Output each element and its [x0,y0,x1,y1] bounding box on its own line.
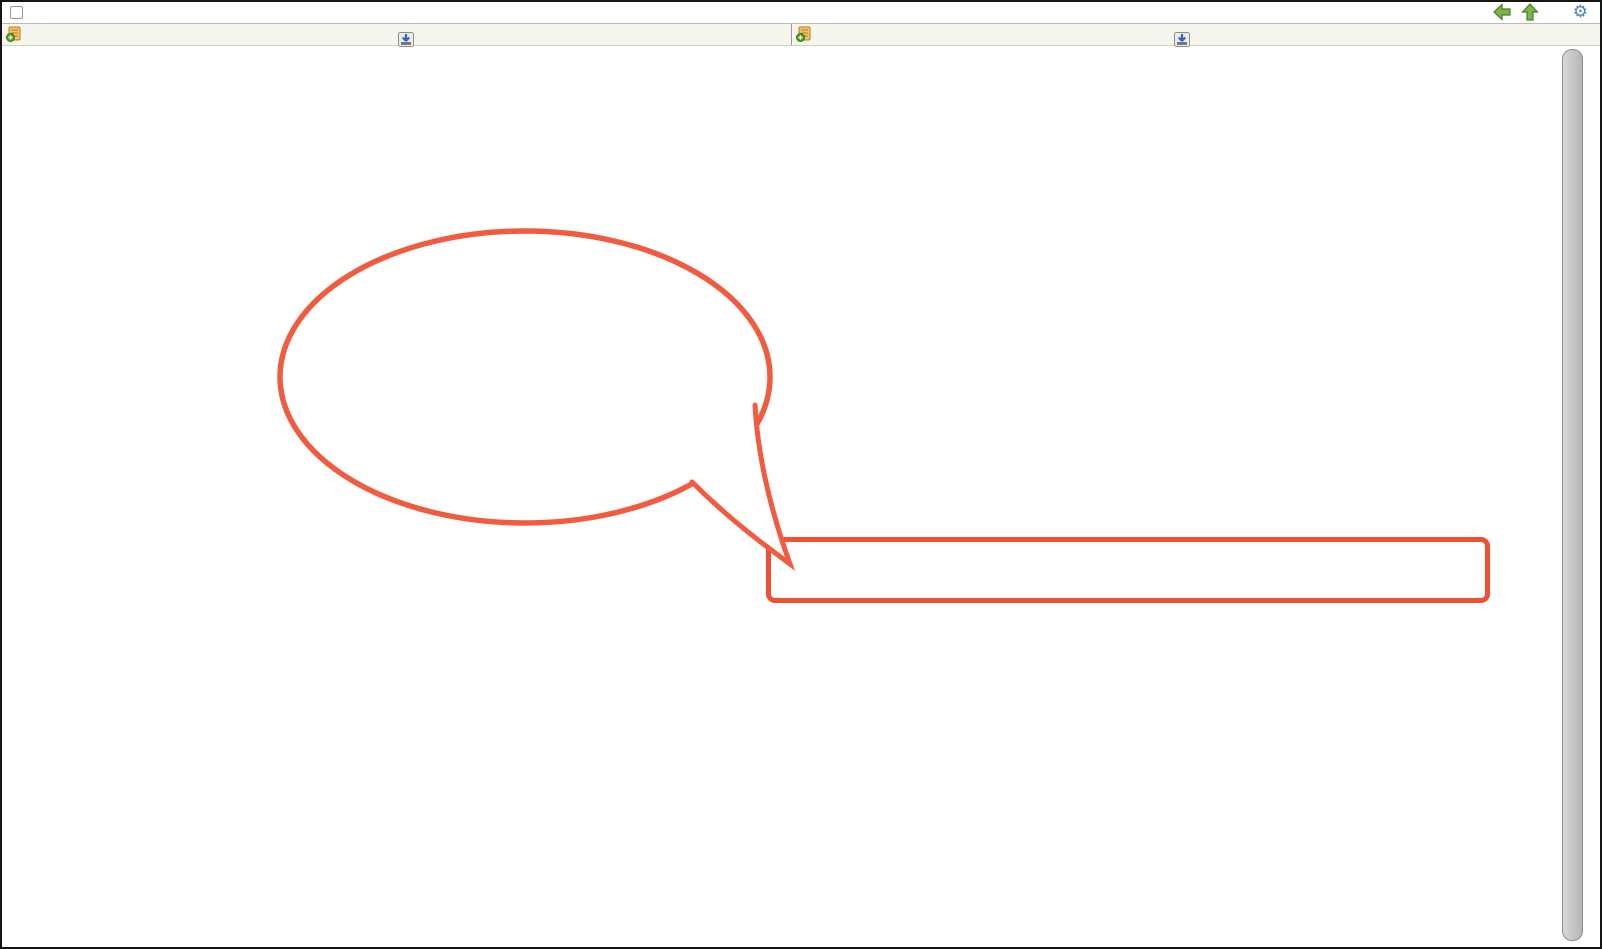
gerrit-side-by-side-diff-window: ⚙ [0,0,1602,949]
file-checkbox[interactable] [10,6,23,19]
download-patch-icon[interactable] [1174,32,1190,47]
up-arrow-icon[interactable] [1521,3,1539,21]
left-pane-header [2,24,791,45]
file-add-icon[interactable] [6,26,22,42]
settings-gear-icon[interactable]: ⚙ [1573,3,1588,21]
titlebar-icons: ⚙ [1483,3,1588,21]
titlebar: ⚙ [2,2,1600,24]
annotation-highlight-box [766,537,1490,603]
download-patch-icon[interactable] [398,32,414,47]
pane-headers [2,24,1600,46]
diff-overview-scrollbar[interactable] [1562,49,1583,941]
file-add-icon[interactable] [796,26,812,42]
annotation-speech-bubble [252,212,812,592]
back-arrow-icon[interactable] [1493,3,1511,21]
right-pane-header [791,24,1554,45]
